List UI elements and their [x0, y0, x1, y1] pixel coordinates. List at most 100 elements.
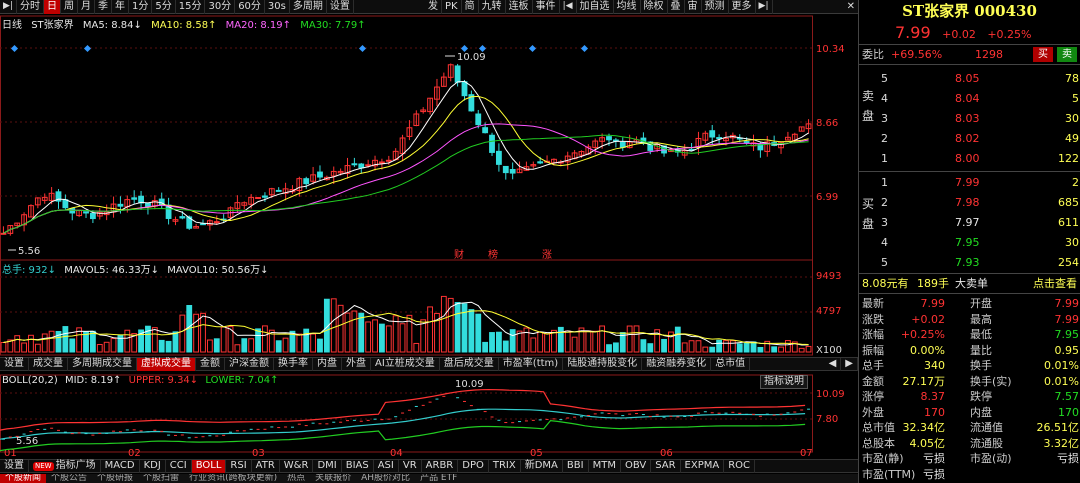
volume-tab-0[interactable]: 设置 — [0, 358, 29, 371]
period-tab-6[interactable]: 1分 — [129, 0, 153, 14]
period-tab-3[interactable]: 月 — [78, 0, 95, 14]
news-tab-1[interactable]: 个股公告 — [46, 474, 92, 483]
volume-tab-1[interactable]: 成交量 — [29, 358, 68, 371]
tabs-scroll-right-icon[interactable]: ▶ — [841, 358, 858, 371]
period-tab-11[interactable]: 30s — [265, 0, 290, 14]
prev-arrow-icon[interactable]: ▶| — [0, 0, 17, 14]
news-tab-5[interactable]: 热点 — [282, 474, 310, 483]
volume-tab-14[interactable]: 总市值 — [711, 358, 751, 371]
period-tab-5[interactable]: 年 — [112, 0, 129, 14]
stat-label: 涨停 — [862, 390, 884, 403]
indicator-tab-13[interactable]: ARBR — [422, 460, 459, 473]
volume-tab-12[interactable]: 陆股通持股变化 — [563, 358, 643, 371]
period-tab-1[interactable]: 日 — [43, 0, 61, 14]
toolbar-action-0[interactable]: 加自选 — [577, 0, 614, 14]
stat-row: 涨幅 +0.25% 最低 7.95 — [859, 327, 1080, 342]
period-tab-10[interactable]: 60分 — [235, 0, 265, 14]
last-price: 7.99 — [895, 23, 931, 42]
news-tab-7[interactable]: AH股价对比 — [356, 474, 415, 483]
indicator-tab-22[interactable]: ROC — [724, 460, 756, 473]
back-arrow-icon[interactable]: |◀ — [560, 0, 577, 14]
volume-tab-6[interactable]: 换手率 — [274, 358, 313, 371]
volume-bar — [626, 325, 633, 353]
indicator-note-button[interactable]: 指标说明 — [760, 375, 808, 389]
volume-tab-8[interactable]: 外盘 — [342, 358, 371, 371]
period-tab-7[interactable]: 5分 — [152, 0, 176, 14]
order-ratio-value: +69.56% — [891, 48, 943, 61]
indicator-tab-0[interactable]: 设置 — [0, 460, 29, 473]
volume-tab-13[interactable]: 融资融券变化 — [642, 358, 712, 371]
volume-axis-label: 4797 — [816, 306, 841, 317]
month-label: 05 — [530, 448, 543, 459]
toolbar-tool-4[interactable]: 连板 — [506, 0, 533, 14]
indicator-tab-11[interactable]: ASI — [374, 460, 399, 473]
indicator-tab-20[interactable]: SAR — [651, 460, 681, 473]
diamond-marker — [460, 44, 469, 53]
toolbar-action-4[interactable]: 宙 — [685, 0, 702, 14]
indicator-tab-4[interactable]: CCI — [166, 460, 192, 473]
period-tab-0[interactable]: 分时 — [17, 0, 44, 14]
sell-button[interactable]: 卖 — [1057, 47, 1077, 62]
indicator-tab-14[interactable]: DPO — [458, 460, 489, 473]
period-tab-9[interactable]: 30分 — [205, 0, 236, 14]
volume-tab-9[interactable]: AI立桩成交量 — [371, 358, 440, 371]
toolbar-action-5[interactable]: 预测 — [702, 0, 729, 14]
toolbar-tool-0[interactable]: 发 — [425, 0, 442, 14]
indicator-tab-3[interactable]: KDJ — [140, 460, 166, 473]
indicator-tab-19[interactable]: OBV — [621, 460, 652, 473]
period-tab-8[interactable]: 15分 — [176, 0, 206, 14]
toolbar-mid-1[interactable]: 设置 — [327, 0, 354, 14]
mavol5-label: MAVOL5: 46.33万↓ — [64, 265, 160, 276]
news-tab-4[interactable]: 行业资讯(跨板块更新) — [184, 474, 282, 483]
volume-tab-4[interactable]: 金额 — [196, 358, 225, 371]
indicator-tab-21[interactable]: EXPMA — [681, 460, 725, 473]
volume-tab-2[interactable]: 多周期成交量 — [68, 358, 137, 371]
indicator-tab-16[interactable]: 新DMA — [521, 460, 563, 473]
indicator-tab-8[interactable]: W&R — [280, 460, 314, 473]
stat-label: 总股本 — [862, 436, 895, 450]
buy-level-row: 4 7.95 30 — [859, 234, 1080, 251]
volume-tab-7[interactable]: 内盘 — [313, 358, 342, 371]
toolbar-action-1[interactable]: 均线 — [614, 0, 641, 14]
buy-button[interactable]: 买 — [1033, 47, 1053, 62]
volume-tab-3[interactable]: 虚拟成交量 — [137, 358, 196, 371]
indicator-tab-label: EXPMA — [684, 460, 720, 471]
indicator-tab-6[interactable]: RSI — [226, 460, 252, 473]
toolbar-tool-5[interactable]: 事件 — [533, 0, 560, 14]
close-icon[interactable]: ✕ — [844, 0, 858, 14]
toolbar-mid-0[interactable]: 多周期 — [290, 0, 327, 14]
chart-canvas[interactable]: 10.348.666.9994934797X10010.097.8001 02 03… — [0, 14, 858, 483]
stat-label: 量比 — [970, 343, 992, 357]
indicator-tab-7[interactable]: ATR — [252, 460, 280, 473]
news-tab-8[interactable]: 产品 ETF — [415, 474, 462, 483]
volume-tab-10[interactable]: 盘后成交量 — [440, 358, 499, 371]
volume-tab-11[interactable]: 市盈率(ttm) — [499, 358, 564, 371]
toolbar-tool-3[interactable]: 九转 — [479, 0, 506, 14]
news-tab-2[interactable]: 个股研报 — [92, 474, 138, 483]
toolbar-action-6[interactable]: 更多 — [729, 0, 756, 14]
volume-bar — [117, 334, 124, 353]
volume-tab-5[interactable]: 沪深金额 — [225, 358, 274, 371]
news-tab-6[interactable]: 关联报价 — [310, 474, 356, 483]
toolbar-tool-2[interactable]: 简 — [462, 0, 479, 14]
indicator-tab-15[interactable]: TRIX — [489, 460, 521, 473]
toolbar-tool-1[interactable]: PK — [442, 0, 462, 14]
news-tab-0[interactable]: 个股新闻 — [0, 474, 47, 483]
indicator-tab-5[interactable]: BOLL — [191, 460, 227, 473]
news-tab-3[interactable]: 个股扫雷 — [138, 474, 184, 483]
volume-bar — [729, 340, 736, 353]
period-tab-4[interactable]: 季 — [95, 0, 112, 14]
next-arrow-icon[interactable]: ▶| — [756, 0, 773, 14]
indicator-tab-10[interactable]: BIAS — [342, 460, 374, 473]
indicator-tab-17[interactable]: BBI — [563, 460, 589, 473]
period-tab-2[interactable]: 周 — [61, 0, 78, 14]
big-order-link[interactable]: 点击查看 — [1033, 275, 1077, 292]
indicator-tab-1[interactable]: NEW 指标广场 — [29, 460, 101, 473]
toolbar-action-3[interactable]: 叠 — [668, 0, 685, 14]
tabs-scroll-left-icon[interactable]: ◀ — [825, 358, 842, 371]
indicator-tab-18[interactable]: MTM — [589, 460, 621, 473]
indicator-tab-12[interactable]: VR — [399, 460, 422, 473]
toolbar-action-2[interactable]: 除权 — [641, 0, 668, 14]
indicator-tab-2[interactable]: MACD — [101, 460, 140, 473]
indicator-tab-9[interactable]: DMI — [313, 460, 342, 473]
